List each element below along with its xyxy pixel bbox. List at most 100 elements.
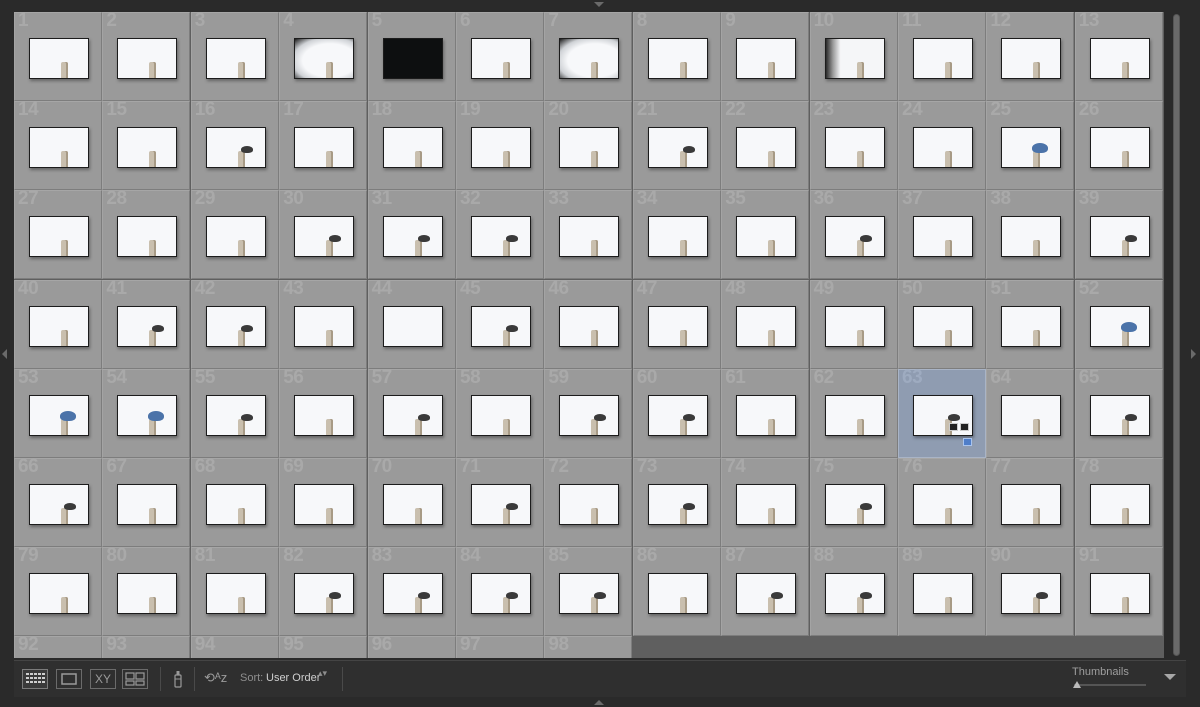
collection-badge-icon[interactable] <box>963 437 972 446</box>
thumbnail-cell[interactable]: 5 <box>367 12 456 101</box>
thumbnail-cell[interactable]: 15 <box>102 99 191 191</box>
thumbnail-cell[interactable]: 57 <box>367 367 456 458</box>
photo-thumbnail[interactable] <box>294 127 355 169</box>
photo-thumbnail[interactable] <box>205 38 266 79</box>
photo-thumbnail[interactable] <box>29 127 89 169</box>
photo-thumbnail[interactable] <box>824 394 885 436</box>
thumbnail-cell[interactable]: 26 <box>1074 99 1163 191</box>
photo-thumbnail[interactable] <box>559 216 620 258</box>
photo-thumbnail[interactable] <box>382 216 443 258</box>
photo-thumbnail[interactable] <box>471 484 531 525</box>
photo-thumbnail[interactable] <box>1001 216 1062 258</box>
photo-thumbnail[interactable] <box>117 484 178 525</box>
photo-thumbnail[interactable] <box>205 484 266 525</box>
thumbnail-cell[interactable]: 59 <box>544 367 633 458</box>
photo-thumbnail[interactable] <box>1089 38 1150 79</box>
photo-thumbnail[interactable] <box>117 305 178 347</box>
thumbnail-size-slider[interactable] <box>1074 684 1146 686</box>
photo-thumbnail[interactable] <box>736 573 797 615</box>
thumbnail-cell[interactable]: 71 <box>456 456 544 547</box>
photo-thumbnail[interactable] <box>1089 484 1150 525</box>
thumbnail-cell[interactable]: 16 <box>190 99 279 191</box>
thumbnail-cell[interactable]: 6 <box>456 12 544 101</box>
thumbnail-cell[interactable]: 4 <box>279 12 368 101</box>
photo-thumbnail[interactable] <box>205 305 266 347</box>
photo-thumbnail[interactable] <box>559 305 620 347</box>
photo-thumbnail[interactable] <box>294 305 355 347</box>
thumbnail-cell[interactable]: 25 <box>986 99 1075 191</box>
photo-thumbnail[interactable] <box>1001 38 1062 79</box>
thumbnail-cell[interactable]: 70 <box>367 456 456 547</box>
bottom-panel-toggle-icon[interactable] <box>594 700 604 705</box>
thumbnail-cell[interactable]: 77 <box>986 456 1075 547</box>
photo-thumbnail[interactable] <box>1089 127 1150 169</box>
photo-thumbnail[interactable] <box>205 573 266 615</box>
photo-thumbnail[interactable] <box>294 484 355 525</box>
photo-thumbnail[interactable] <box>205 127 266 169</box>
thumbnail-cell[interactable]: 9 <box>721 12 810 101</box>
thumbnail-cell[interactable]: 34 <box>632 188 721 280</box>
thumbnail-cell[interactable]: 84 <box>456 545 544 637</box>
thumbnail-cell[interactable]: 13 <box>1074 12 1163 101</box>
thumbnail-cell[interactable]: 39 <box>1074 188 1163 280</box>
photo-thumbnail[interactable] <box>736 394 797 436</box>
thumbnail-cell[interactable]: 42 <box>190 278 279 369</box>
photo-thumbnail[interactable] <box>117 216 178 258</box>
thumbnail-cell[interactable]: 67 <box>102 456 191 547</box>
thumbnail-cell[interactable]: 18 <box>367 99 456 191</box>
photo-thumbnail[interactable] <box>29 305 89 347</box>
grid-view-button[interactable] <box>22 669 48 689</box>
thumbnail-cell[interactable]: 76 <box>898 456 986 547</box>
thumbnail-cell[interactable]: 30 <box>279 188 368 280</box>
thumbnail-cell[interactable]: 87 <box>721 545 810 637</box>
grid-scrollbar[interactable] <box>1170 12 1184 658</box>
photo-thumbnail[interactable] <box>647 573 708 615</box>
photo-thumbnail[interactable] <box>559 573 620 615</box>
loupe-view-button[interactable] <box>56 669 82 689</box>
thumbnail-cell[interactable]: 36 <box>809 188 898 280</box>
thumbnail-cell[interactable]: 40 <box>14 278 102 369</box>
photo-thumbnail[interactable] <box>647 216 708 258</box>
thumbnail-cell[interactable]: 51 <box>986 278 1075 369</box>
metadata-badge-icon[interactable] <box>949 422 958 431</box>
thumbnail-cell[interactable]: 96 <box>367 634 456 658</box>
thumbnail-cell[interactable]: 12 <box>986 12 1075 101</box>
survey-view-button[interactable] <box>122 669 148 689</box>
photo-thumbnail[interactable] <box>471 305 531 347</box>
thumbnail-cell[interactable]: 41 <box>102 278 191 369</box>
thumbnail-cell[interactable]: 74 <box>721 456 810 547</box>
toolbar-menu-chevron-down-icon[interactable] <box>1164 674 1176 680</box>
thumbnail-cell[interactable]: 72 <box>544 456 633 547</box>
photo-thumbnail[interactable] <box>382 127 443 169</box>
thumbnail-cell[interactable]: 45 <box>456 278 544 369</box>
thumbnail-cell[interactable]: 1 <box>14 12 102 101</box>
thumbnail-cell[interactable]: 11 <box>898 12 986 101</box>
photo-thumbnail[interactable] <box>29 394 89 436</box>
left-panel-toggle-icon[interactable] <box>2 349 7 359</box>
thumbnail-cell[interactable]: 89 <box>898 545 986 637</box>
photo-thumbnail[interactable] <box>382 573 443 615</box>
thumbnail-cell[interactable]: 3 <box>190 12 279 101</box>
thumbnail-cell[interactable]: 50 <box>898 278 986 369</box>
thumbnail-cell[interactable]: 32 <box>456 188 544 280</box>
thumbnail-cell[interactable]: 97 <box>456 634 544 658</box>
thumbnail-cell[interactable]: 88 <box>809 545 898 637</box>
thumbnail-cell[interactable]: 73 <box>632 456 721 547</box>
photo-thumbnail[interactable] <box>117 38 178 79</box>
photo-thumbnail[interactable] <box>913 305 973 347</box>
photo-thumbnail[interactable] <box>1001 127 1062 169</box>
thumbnail-cell[interactable]: 58 <box>456 367 544 458</box>
photo-thumbnail[interactable] <box>559 484 620 525</box>
thumbnail-cell[interactable]: 33 <box>544 188 633 280</box>
photo-thumbnail[interactable] <box>824 127 885 169</box>
thumbnail-cell[interactable]: 82 <box>279 545 368 637</box>
photo-thumbnail[interactable] <box>736 216 797 258</box>
thumbnail-cell[interactable]: 80 <box>102 545 191 637</box>
thumbnail-cell[interactable]: 52 <box>1074 278 1163 369</box>
thumbnail-cell[interactable]: 64 <box>986 367 1075 458</box>
thumbnail-cell[interactable]: 48 <box>721 278 810 369</box>
thumbnail-cell[interactable]: 19 <box>456 99 544 191</box>
thumbnail-cell[interactable]: 79 <box>14 545 102 637</box>
thumbnail-cell[interactable]: 81 <box>190 545 279 637</box>
photo-thumbnail[interactable] <box>382 305 443 347</box>
